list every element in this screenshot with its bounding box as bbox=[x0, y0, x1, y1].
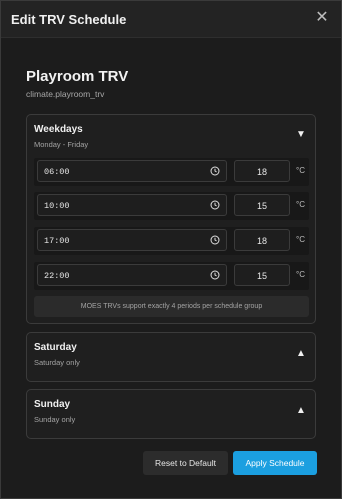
apply-button[interactable]: Apply Schedule bbox=[233, 451, 317, 475]
group-subtitle: Monday - Friday bbox=[34, 140, 89, 149]
triangle-up-icon[interactable]: ▲ bbox=[295, 349, 307, 359]
schedule-dialog: Edit TRV Schedule ✕ Playroom TRV climate… bbox=[0, 0, 342, 499]
device-name: Playroom TRV bbox=[26, 68, 129, 85]
period-row: 10:00 15 °C bbox=[34, 192, 309, 220]
time-value: 17:00 bbox=[44, 236, 70, 246]
close-icon[interactable]: ✕ bbox=[313, 9, 331, 27]
time-value: 10:00 bbox=[44, 201, 70, 211]
temperature-unit: °C bbox=[296, 235, 305, 244]
period-row: 06:00 18 °C bbox=[34, 158, 309, 186]
clock-icon[interactable] bbox=[210, 200, 220, 210]
time-input[interactable]: 06:00 bbox=[37, 160, 227, 182]
temperature-value: 18 bbox=[256, 167, 267, 177]
period-row: 17:00 18 °C bbox=[34, 227, 309, 255]
group-title: Saturday bbox=[34, 342, 77, 353]
period-row: 22:00 15 °C bbox=[34, 262, 309, 290]
group-title: Sunday bbox=[34, 399, 71, 410]
time-input[interactable]: 10:00 bbox=[37, 194, 227, 216]
reset-button[interactable]: Reset to Default bbox=[143, 451, 228, 475]
time-value: 22:00 bbox=[44, 271, 70, 281]
temperature-unit: °C bbox=[296, 270, 305, 279]
temperature-value: 18 bbox=[256, 236, 267, 246]
triangle-down-icon[interactable]: ▼ bbox=[295, 130, 307, 140]
dialog-header: Edit TRV Schedule ✕ bbox=[1, 1, 341, 38]
clock-icon[interactable] bbox=[210, 235, 220, 245]
temperature-unit: °C bbox=[296, 200, 305, 209]
temperature-unit: °C bbox=[296, 166, 305, 175]
temperature-input[interactable]: 15 bbox=[234, 194, 290, 216]
clock-icon[interactable] bbox=[210, 270, 220, 280]
temperature-input[interactable]: 18 bbox=[234, 229, 290, 251]
time-input[interactable]: 22:00 bbox=[37, 264, 227, 286]
time-value: 06:00 bbox=[44, 167, 70, 177]
triangle-up-icon[interactable]: ▲ bbox=[295, 406, 307, 416]
time-input[interactable]: 17:00 bbox=[37, 229, 227, 251]
group-subtitle: Sunday only bbox=[34, 415, 76, 424]
schedule-group-sunday[interactable]: Sunday Sunday only ▲ bbox=[26, 389, 316, 439]
temperature-input[interactable]: 18 bbox=[234, 160, 290, 182]
periods-note: MOES TRVs support exactly 4 periods per … bbox=[34, 296, 309, 317]
entity-id: climate.playroom_trv bbox=[26, 89, 105, 99]
group-title: Weekdays bbox=[34, 124, 83, 135]
schedule-group-weekdays: Weekdays Monday - Friday ▼ 06:00 18 °C 1… bbox=[26, 114, 316, 324]
temperature-input[interactable]: 15 bbox=[234, 264, 290, 286]
temperature-value: 15 bbox=[256, 201, 267, 211]
schedule-group-saturday[interactable]: Saturday Saturday only ▲ bbox=[26, 332, 316, 382]
clock-icon[interactable] bbox=[210, 166, 220, 176]
temperature-value: 15 bbox=[256, 271, 267, 281]
dialog-title: Edit TRV Schedule bbox=[11, 12, 127, 27]
group-subtitle: Saturday only bbox=[34, 358, 80, 367]
